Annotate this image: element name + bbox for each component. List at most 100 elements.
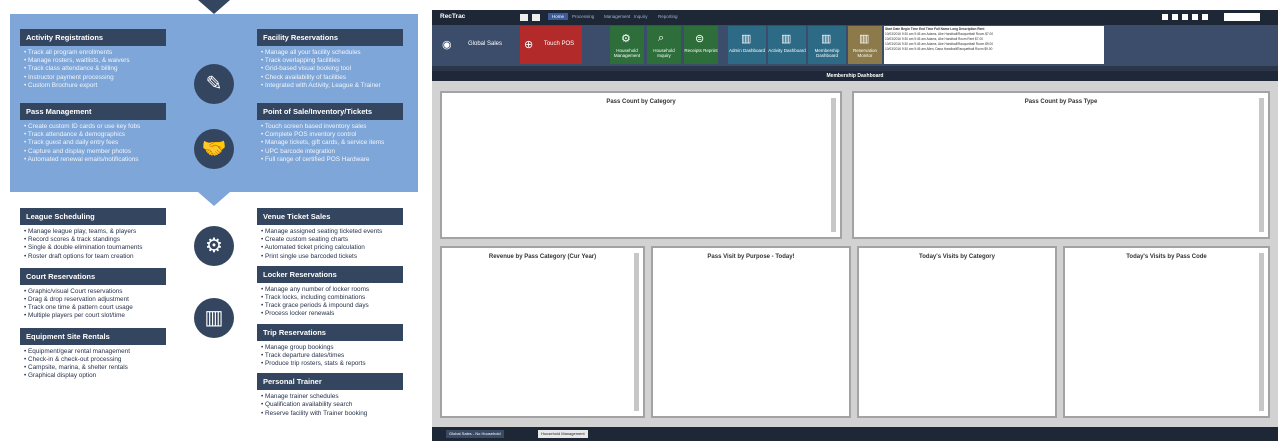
chart-panel-2: Revenue by Pass Category (Cur Year) — [440, 246, 645, 418]
feature-item: Track locks, including combinations — [261, 294, 403, 302]
feature-section: Point of Sale/Inventory/TicketsTouch scr… — [257, 103, 403, 164]
dashboard-icon: ▥ — [781, 33, 792, 45]
feature-list: Touch screen based inventory salesComple… — [257, 120, 403, 164]
feature-item: Integrated with Activity, League & Train… — [261, 82, 403, 90]
ribbon-label: Global Sales — [467, 41, 503, 47]
section-title: Venue Ticket Sales — [257, 208, 403, 225]
feature-item: Manage tickets, gift cards, & service it… — [261, 139, 403, 147]
menu-processing[interactable]: Processing — [572, 14, 594, 19]
dashboard-title: Membership Dashboard — [432, 71, 1278, 81]
feature-item: Graphic/visual Court reservations — [24, 288, 166, 296]
feature-section: Personal TrainerManage trainer schedules… — [257, 373, 403, 418]
ribbon-button-2[interactable]: ⚙ Household Management — [610, 26, 644, 64]
feature-item: Produce trip rosters, stats & reports — [261, 360, 403, 368]
scrollbar[interactable] — [1259, 253, 1264, 411]
feature-list: Equipment/gear rental managementCheck-in… — [20, 345, 166, 381]
reservation-table: Start Date Begin Time End Time Full Name… — [884, 26, 1104, 64]
bottom-tab-bar: Global Sales - No Household Household Ma… — [432, 427, 1278, 441]
feature-item: Check-in & check-out processing — [24, 356, 166, 364]
ribbon-button-8[interactable]: ▥ Reservation Monitor — [848, 26, 882, 64]
ribbon-button-6[interactable]: ▥ Activity Dashboard — [768, 26, 806, 64]
feature-list: Graphic/visual Court reservationsDrag & … — [20, 285, 166, 321]
menu-bar: RecTrac Home Processing Management Inquiry R… — [432, 10, 1278, 25]
feature-list: Manage trainer schedulesQualification av… — [257, 390, 403, 418]
settings-icon[interactable] — [532, 14, 540, 21]
scrollbar[interactable] — [634, 253, 639, 411]
feature-list: Manage any number of locker roomsTrack l… — [257, 283, 403, 319]
home-icon[interactable] — [520, 14, 528, 21]
close-icon[interactable] — [1202, 14, 1208, 20]
section-title: Equipment Site Rentals — [20, 327, 166, 345]
menu-management[interactable]: Management — [604, 14, 630, 19]
receipt-icon: ⊜ — [695, 33, 705, 45]
feature-item: Manage trainer schedules — [261, 393, 403, 401]
feature-list: Create custom ID cards or use key fobsTr… — [20, 120, 166, 164]
tab-global-sales[interactable]: Global Sales - No Household — [446, 430, 504, 438]
feature-item: Graphical display option — [24, 372, 166, 380]
feature-section: Activity RegistrationsTrack all program … — [20, 29, 166, 90]
feature-section: Venue Ticket SalesManage assigned seatin… — [257, 208, 403, 261]
feature-item: Track grace periods & impound days — [261, 302, 403, 310]
dashboard-icon: ▥ — [821, 33, 832, 45]
section-title: Activity Registrations — [20, 29, 166, 46]
ribbon-button-7[interactable]: ▥ Membership Dashboard — [808, 26, 846, 64]
mid-notch — [198, 192, 230, 206]
feature-list: Manage assigned seating ticketed eventsC… — [257, 225, 403, 261]
feature-section: Equipment Site RentalsEquipment/gear ren… — [20, 327, 166, 381]
menu-reporting[interactable]: Reporting — [658, 14, 678, 19]
feature-item: Campsite, marina, & shelter rentals — [24, 364, 166, 372]
help-icon[interactable] — [1162, 14, 1168, 20]
dashboard-icon: ▥ — [741, 33, 752, 45]
feature-section: League SchedulingManage league play, tea… — [20, 208, 166, 261]
print-icon[interactable] — [1172, 14, 1178, 20]
feature-item: Track attendance & demographics — [24, 131, 166, 139]
feature-list: Track all program enrollmentsManage rost… — [20, 46, 166, 90]
ribbon-button-1[interactable]: ⊕ Touch POS — [520, 26, 582, 64]
feature-item: Track all program enrollments — [24, 49, 166, 57]
menu-inquiry[interactable]: Inquiry — [634, 14, 648, 19]
brochure-panel: Activity RegistrationsTrack all program … — [10, 0, 418, 441]
ribbon-button-3[interactable]: ⌕ Household Inquiry — [647, 26, 681, 64]
section-title: Locker Reservations — [257, 265, 403, 283]
ribbon-label: Household Management — [613, 48, 641, 58]
chart-panel-0: Pass Count by Category — [440, 91, 842, 239]
gear-icon: ⚙ — [194, 226, 234, 266]
ribbon-button-5[interactable]: ▥ Admin Dashboard — [728, 26, 766, 64]
feature-item: Full range of certified POS Hardware — [261, 156, 403, 164]
scrollbar[interactable] — [1259, 98, 1264, 232]
feature-item: Complete POS inventory control — [261, 131, 403, 139]
ribbon-button-0[interactable]: ◉ Global Sales — [438, 26, 516, 64]
feature-section: Facility ReservationsManage all your fac… — [257, 29, 403, 90]
chart-panel-5: Today's Visits by Pass Code — [1063, 246, 1270, 418]
section-title: Court Reservations — [20, 267, 166, 285]
feature-item: Track overlapping facilities — [261, 57, 403, 65]
user-select[interactable] — [1224, 13, 1260, 21]
feature-item: Custom Brochure export — [24, 82, 166, 90]
tab-household-management[interactable]: Household Management — [538, 430, 588, 438]
section-title: Facility Reservations — [257, 29, 403, 46]
mail-icon[interactable] — [1182, 14, 1188, 20]
app-logo: RecTrac — [440, 13, 466, 20]
chart-title: Today's Visits by Category — [919, 254, 995, 260]
feature-item: Automated renewal emails/notifications — [24, 156, 166, 164]
search-icon: ⌕ — [658, 32, 665, 44]
ribbon-button-4[interactable]: ⊜ Receipts Reprint — [684, 26, 718, 64]
chart-title: Pass Visit by Purpose - Today! — [707, 254, 795, 260]
scrollbar[interactable] — [831, 98, 836, 232]
window-icon[interactable] — [1192, 14, 1198, 20]
menu-home[interactable]: Home — [548, 13, 569, 20]
feature-section: Trip ReservationsManage group bookingsTr… — [257, 323, 403, 369]
feature-item: Instructor payment processing — [24, 74, 166, 82]
feature-item: Check availability of facilities — [261, 74, 403, 82]
feature-item: Grid-based visual booking tool — [261, 65, 403, 73]
feature-item: Record scores & track standings — [24, 236, 166, 244]
table-row[interactable]: 10/03/2016 9:30 am 9:45 am Allen, Dana H… — [885, 47, 1103, 52]
chart-panel-1: Pass Count by Pass Type — [852, 91, 1270, 239]
feature-item: Drag & drop reservation adjustment — [24, 296, 166, 304]
feature-item: Reserve facility with Trainer booking — [261, 410, 403, 418]
chart-title: Pass Count by Category — [606, 99, 676, 105]
feature-item: Multiple players per court slot/time — [24, 312, 166, 320]
feature-item: Qualification availability search — [261, 401, 403, 409]
feature-list: Manage group bookingsTrack departure dat… — [257, 341, 403, 369]
section-title: League Scheduling — [20, 208, 166, 225]
